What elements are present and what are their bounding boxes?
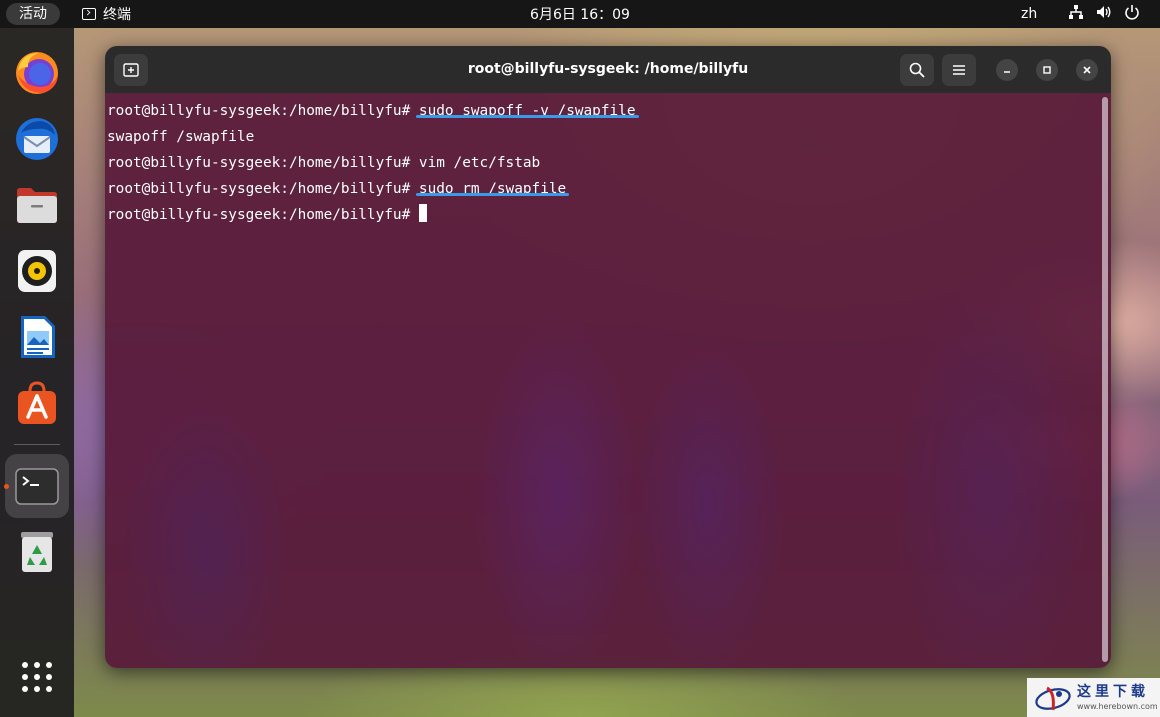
ubuntu-software-icon: [18, 381, 56, 424]
dock-item-libreoffice-writer[interactable]: [5, 305, 69, 369]
terminal-line: root@billyfu-sysgeek:/home/billyfu# sudo…: [107, 98, 639, 124]
clock[interactable]: 6月6日 16：09: [0, 0, 1160, 30]
shell-prompt: root@billyfu-sysgeek:/home/billyfu#: [107, 181, 419, 197]
files-icon: [17, 188, 57, 223]
shell-prompt: root@billyfu-sysgeek:/home/billyfu#: [107, 207, 419, 223]
watermark-site-name: 这里下载: [1077, 684, 1149, 700]
rhythmbox-icon: [18, 250, 56, 292]
hamburger-menu-icon: [953, 65, 965, 75]
dock-item-files[interactable]: [5, 173, 69, 237]
search-icon: [909, 62, 925, 78]
terminal-line: swapoff /swapfile: [107, 124, 254, 150]
top-bar: 活动 终端 6月6日 16：09 zh: [0, 0, 1160, 28]
dock-item-terminal[interactable]: [5, 454, 69, 518]
dock-item-ubuntu-software[interactable]: [5, 371, 69, 435]
watermark-url: www.herebown.com: [1077, 702, 1158, 711]
highlighted-command: sudo rm /swapfile: [415, 181, 570, 197]
watermark: 这里下载 www.herebown.com: [1027, 678, 1160, 717]
dock: [0, 28, 74, 717]
dock-item-trash[interactable]: [5, 520, 69, 584]
maximize-button[interactable]: [1036, 59, 1058, 81]
command-text: vim /etc/fstab: [418, 155, 541, 171]
dock-item-firefox[interactable]: [5, 41, 69, 105]
system-tray[interactable]: [1068, 4, 1140, 20]
scrollbar[interactable]: [1102, 97, 1108, 662]
terminal-line: root@billyfu-sysgeek:/home/billyfu# vim …: [107, 150, 540, 176]
network-icon: [1069, 5, 1083, 19]
terminal-line: root@billyfu-sysgeek:/home/billyfu# sudo…: [107, 176, 570, 202]
app-grid-icon: [22, 662, 52, 692]
terminal-icon: [15, 468, 59, 505]
minimize-icon: [1004, 71, 1010, 73]
libreoffice-writer-icon: [21, 316, 55, 358]
close-icon: [1083, 66, 1091, 74]
input-language-indicator[interactable]: zh: [1021, 0, 1037, 28]
watermark-logo-icon: [1035, 686, 1071, 711]
search-button[interactable]: [900, 54, 934, 86]
power-icon: [1125, 5, 1139, 20]
dock-item-rhythmbox[interactable]: [5, 239, 69, 303]
highlight-underline: [415, 193, 570, 196]
thunderbird-icon: [16, 118, 58, 160]
command-output: swapoff /swapfile: [107, 129, 255, 145]
dock-item-thunderbird[interactable]: [5, 107, 69, 171]
highlight-underline: [415, 115, 639, 118]
trash-icon: [21, 532, 53, 572]
terminal-output[interactable]: root@billyfu-sysgeek:/home/billyfu# sudo…: [105, 93, 1111, 668]
firefox-icon: [16, 52, 58, 94]
minimize-button[interactable]: [996, 59, 1018, 81]
text-cursor: [418, 204, 427, 222]
highlighted-command: sudo swapoff -v /swapfile: [415, 103, 639, 119]
terminal-window[interactable]: root@billyfu-sysgeek: /home/billyfu root…: [105, 46, 1111, 668]
show-apps-button[interactable]: [5, 645, 69, 709]
volume-icon: [1097, 6, 1111, 18]
terminal-line: root@billyfu-sysgeek:/home/billyfu#: [107, 202, 427, 228]
menu-button[interactable]: [942, 54, 976, 86]
shell-prompt: root@billyfu-sysgeek:/home/billyfu#: [107, 103, 419, 119]
maximize-icon: [1043, 66, 1051, 74]
dock-separator: [14, 444, 60, 445]
running-indicator: [4, 484, 9, 489]
shell-prompt: root@billyfu-sysgeek:/home/billyfu#: [107, 155, 419, 171]
terminal-titlebar[interactable]: root@billyfu-sysgeek: /home/billyfu: [105, 46, 1111, 93]
close-button[interactable]: [1076, 59, 1098, 81]
